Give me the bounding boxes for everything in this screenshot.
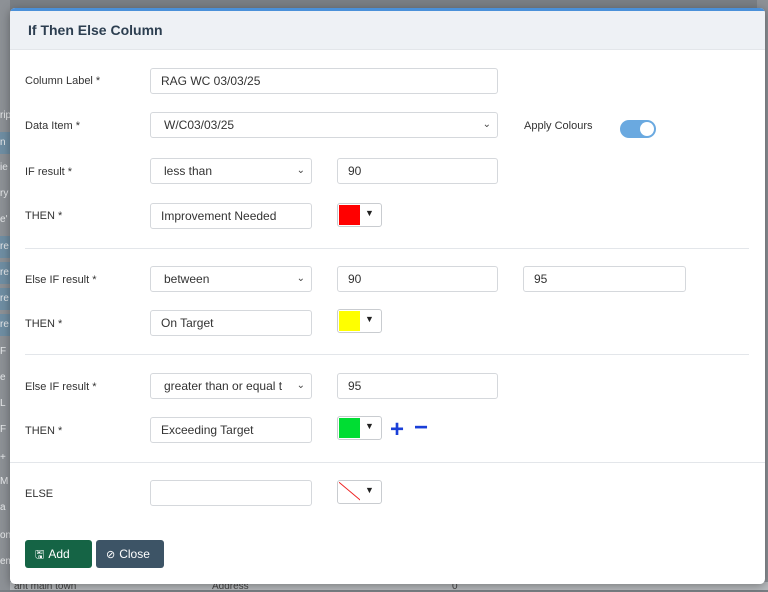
no-color-swatch-icon: [339, 482, 360, 502]
toggle-knob: [640, 122, 654, 136]
chevron-down-icon: ⌄: [482, 119, 491, 130]
background-text-fragment: +: [0, 452, 6, 463]
if-operator-select[interactable]: less than ⌄: [150, 158, 312, 184]
close-button[interactable]: ⊘ Close: [96, 540, 164, 568]
background-text-fragment: F: [0, 424, 7, 435]
background-text-fragment: em: [0, 556, 10, 567]
modal-header: If Then Else Column: [10, 11, 765, 50]
background-text-fragment: re: [0, 314, 10, 336]
ban-icon: ⊘: [106, 549, 116, 561]
data-item-label: Data Item *: [25, 120, 81, 132]
else-if-1-value-input[interactable]: 90: [337, 266, 498, 292]
else-if-2-operator-value: greater than or equal t: [164, 379, 283, 393]
apply-colours-toggle[interactable]: [620, 120, 656, 138]
else-if-2-color-picker[interactable]: ▼: [337, 416, 382, 440]
background-text-fragment: M: [0, 476, 9, 487]
background-text-fragment: F: [0, 346, 7, 357]
column-label-input[interactable]: RAG WC 03/03/25: [150, 68, 498, 94]
background-text-fragment: re: [0, 236, 10, 258]
chevron-down-icon: ⌄: [296, 273, 305, 284]
data-item-select[interactable]: W/C03/03/25 ⌄: [150, 112, 498, 138]
else-input[interactable]: [150, 480, 312, 506]
color-swatch: [339, 205, 360, 225]
add-button[interactable]: 🖫 Add: [25, 540, 92, 568]
add-button-label: Add: [48, 547, 70, 561]
background-text-fragment: on: [0, 530, 10, 541]
background-text-fragment: n: [0, 132, 10, 154]
column-label-label: Column Label *: [25, 75, 101, 87]
then-label: THEN *: [25, 210, 63, 222]
background-text-fragment: ie: [0, 162, 8, 173]
background-text-fragment: a: [0, 502, 6, 513]
else-if-1-operator-select[interactable]: between ⌄: [150, 266, 312, 292]
background-text-fragment: re: [0, 288, 10, 310]
else-if-2-operator-select[interactable]: greater than or equal t ⌄: [150, 373, 312, 399]
if-value-input[interactable]: 90: [337, 158, 498, 184]
chevron-down-icon: ⌄: [296, 165, 305, 176]
caret-down-icon: ▼: [365, 421, 374, 431]
else-if-1-operator-value: between: [164, 272, 210, 286]
if-operator-value: less than: [164, 164, 213, 178]
else-if-result-label: Else IF result *: [25, 274, 97, 286]
background-text-fragment: L: [0, 398, 6, 409]
else-color-picker[interactable]: ▼: [337, 480, 382, 504]
else-if-1-color-picker[interactable]: ▼: [337, 309, 382, 333]
apply-colours-label: Apply Colours: [524, 120, 593, 132]
else-if-1-then-input[interactable]: On Target: [150, 310, 312, 336]
remove-condition-minus-icon[interactable]: −: [414, 416, 428, 440]
if-then-input[interactable]: Improvement Needed: [150, 203, 312, 229]
caret-down-icon: ▼: [365, 208, 374, 218]
section-divider: [25, 248, 749, 249]
then-label: THEN *: [25, 318, 63, 330]
add-condition-plus-icon[interactable]: +: [390, 418, 404, 442]
caret-down-icon: ▼: [365, 314, 374, 324]
else-if-2-then-input[interactable]: Exceeding Target: [150, 417, 312, 443]
section-divider: [10, 462, 765, 463]
chevron-down-icon: ⌄: [296, 380, 305, 391]
data-item-value: W/C03/03/25: [164, 118, 235, 132]
if-color-picker[interactable]: ▼: [337, 203, 382, 227]
background-text-fragment: re: [0, 262, 10, 284]
else-if-result-label: Else IF result *: [25, 381, 97, 393]
background-text-fragment: rip: [0, 110, 10, 121]
if-then-else-modal: If Then Else Column Column Label * RAG W…: [10, 8, 765, 584]
else-if-1-value2-input[interactable]: 95: [523, 266, 686, 292]
if-result-label: IF result *: [25, 166, 73, 178]
else-if-2-value-input[interactable]: 95: [337, 373, 498, 399]
then-label: THEN *: [25, 425, 63, 437]
else-label: ELSE: [25, 488, 54, 500]
modal-title: If Then Else Column: [28, 22, 163, 38]
caret-down-icon: ▼: [365, 485, 374, 495]
section-divider: [25, 354, 749, 355]
background-text-fragment: e: [0, 372, 6, 383]
color-swatch: [339, 311, 360, 331]
background-text-fragment: ry: [0, 188, 9, 199]
color-swatch: [339, 418, 360, 438]
close-button-label: Close: [119, 547, 150, 561]
background-text-fragment: e': [0, 214, 8, 225]
save-icon: 🖫: [35, 549, 45, 561]
